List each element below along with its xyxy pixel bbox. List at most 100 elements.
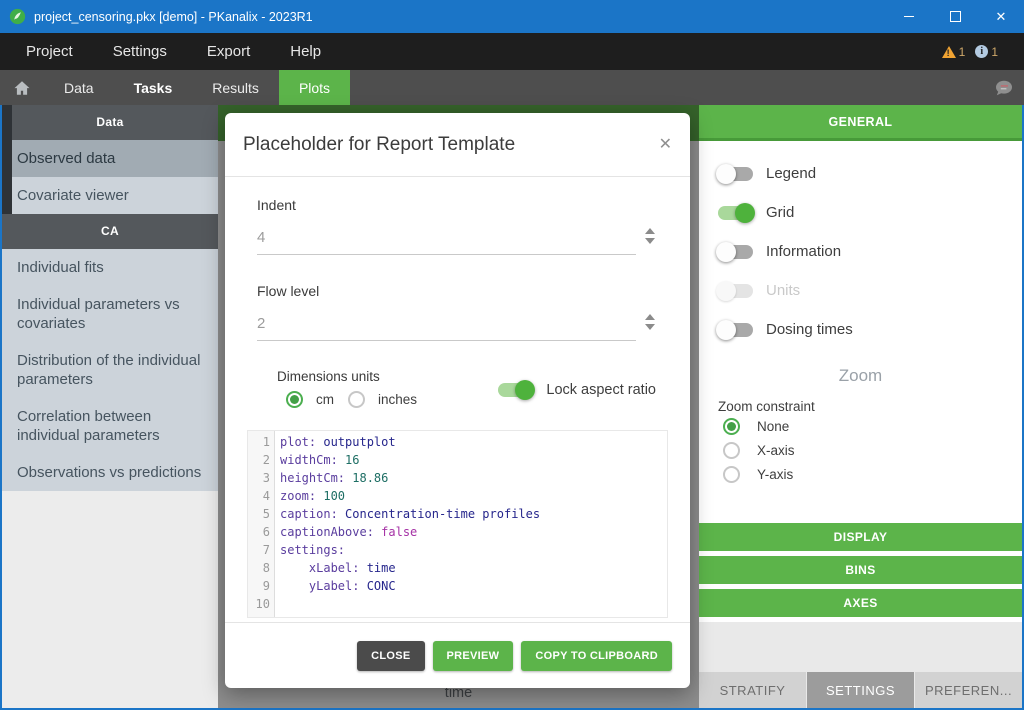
- radio-cm[interactable]: [286, 391, 303, 408]
- sidebar-item-individual-parameters-vs-covariates[interactable]: Individual parameters vs covariates: [2, 286, 218, 342]
- pkanalix-logo-icon: [9, 8, 26, 25]
- toggle-information[interactable]: [718, 245, 753, 259]
- tab-plots[interactable]: Plots: [279, 70, 350, 105]
- dimensions-units-label: Dimensions units: [277, 369, 417, 384]
- spinner-down-icon[interactable]: [645, 324, 655, 330]
- toggle-legend[interactable]: [718, 167, 753, 181]
- lock-aspect-row: Lock aspect ratio: [498, 382, 656, 398]
- info-icon: i: [975, 45, 988, 58]
- editor-code-line: [280, 595, 667, 613]
- code-token-num: 100: [316, 489, 345, 503]
- tab-results[interactable]: Results: [192, 70, 279, 105]
- menu-settings[interactable]: Settings: [109, 43, 171, 60]
- close-button[interactable]: CLOSE: [357, 641, 424, 671]
- toggle-knob: [515, 380, 535, 400]
- menu-project[interactable]: Project: [22, 43, 77, 60]
- toggle-grid[interactable]: [718, 206, 753, 220]
- panel-tab-settings[interactable]: SETTINGS: [807, 672, 914, 708]
- lock-aspect-label: Lock aspect ratio: [546, 382, 656, 398]
- code-token-plain: [280, 579, 309, 593]
- radio-label-x-axis: X-axis: [757, 443, 795, 458]
- toggle-dosing-times[interactable]: [718, 323, 753, 337]
- section-display[interactable]: DISPLAY: [699, 523, 1022, 551]
- maximize-button[interactable]: [932, 0, 978, 33]
- editor-code-line: yLabel: CONC: [280, 577, 667, 595]
- dialog-close-icon[interactable]: ✕: [659, 137, 672, 153]
- zoom-option-x-axis: X-axis: [699, 439, 1022, 462]
- toggle-label-legend: Legend: [766, 165, 816, 182]
- menu-export[interactable]: Export: [203, 43, 254, 60]
- settings-panel: GENERAL LegendGridInformationUnitsDosing…: [699, 105, 1022, 708]
- code-token-key: settings:: [280, 543, 345, 557]
- units-options: cm inches: [277, 391, 417, 408]
- toggle-row-grid: Grid: [699, 193, 1022, 232]
- panel-filler: [699, 622, 1022, 672]
- sidebar-item-individual-fits[interactable]: Individual fits: [2, 249, 218, 286]
- warning-count: 1: [959, 45, 966, 59]
- window-controls: ✕: [886, 0, 1024, 33]
- panel-tab-stratify[interactable]: STRATIFY: [699, 672, 806, 708]
- editor-code-line: widthCm: 16: [280, 451, 667, 469]
- spinner-up-icon[interactable]: [645, 228, 655, 234]
- panel-tab-preferen[interactable]: PREFEREN...: [915, 672, 1022, 708]
- radio-y-axis[interactable]: [723, 466, 740, 483]
- dialog-header: Placeholder for Report Template ✕: [225, 113, 690, 177]
- radio-inches[interactable]: [348, 391, 365, 408]
- field-value-indent: 4: [257, 229, 265, 246]
- tab-tasks[interactable]: Tasks: [114, 70, 193, 105]
- warning-icon: [942, 46, 956, 58]
- spinner-up-icon[interactable]: [645, 314, 655, 320]
- editor-line-number: 6: [248, 523, 270, 541]
- field-indent: Indent 4: [257, 197, 656, 255]
- section-axes[interactable]: AXES: [699, 589, 1022, 617]
- info-indicator[interactable]: i 1: [975, 45, 998, 59]
- units-option-cm: cm: [286, 391, 334, 408]
- menu-help[interactable]: Help: [286, 43, 325, 60]
- toggle-label-grid: Grid: [766, 204, 794, 221]
- main-tab-bar: DataTasksResultsPlots: [0, 70, 1024, 105]
- sidebar-item-covariate-viewer[interactable]: Covariate viewer: [2, 177, 218, 214]
- sidebar-item-correlation-between-individual-parameters[interactable]: Correlation between individual parameter…: [2, 398, 218, 454]
- sidebar-item-observations-vs-predictions[interactable]: Observations vs predictions: [2, 454, 218, 491]
- toggle-units[interactable]: [718, 284, 753, 298]
- spinner-down-icon[interactable]: [645, 238, 655, 244]
- toggle-knob: [716, 281, 736, 301]
- section-bins[interactable]: BINS: [699, 556, 1022, 584]
- spinner-indent: [645, 228, 655, 244]
- editor-line-number: 2: [248, 451, 270, 469]
- code-token-num: 18.86: [345, 471, 388, 485]
- code-token-key: heightCm:: [280, 471, 345, 485]
- yaml-code-editor[interactable]: 12345678910 plot: outputplotwidthCm: 16h…: [247, 430, 668, 618]
- preview-button[interactable]: PREVIEW: [433, 641, 514, 671]
- field-input-flow-level[interactable]: 2: [257, 312, 636, 341]
- code-token-bool: false: [374, 525, 417, 539]
- editor-line-number: 7: [248, 541, 270, 559]
- radio-dot: [727, 422, 736, 431]
- editor-code-line: settings:: [280, 541, 667, 559]
- copy-to-clipboard-button[interactable]: COPY TO CLIPBOARD: [521, 641, 672, 671]
- general-section-header[interactable]: GENERAL: [699, 105, 1022, 141]
- lock-aspect-toggle[interactable]: [498, 383, 533, 397]
- sidebar-group-header-data: Data: [2, 105, 218, 140]
- radio-none[interactable]: [723, 418, 740, 435]
- menu-bar: Project Settings Export Help 1 i 1: [0, 33, 1024, 70]
- close-button[interactable]: ✕: [978, 0, 1024, 33]
- sidebar-item-observed-data[interactable]: Observed data: [2, 140, 218, 177]
- editor-line-number: 10: [248, 595, 270, 613]
- editor-code-area[interactable]: plot: outputplotwidthCm: 16heightCm: 18.…: [275, 431, 667, 617]
- toggle-knob: [716, 242, 736, 262]
- zoom-section-title: Zoom: [699, 366, 1022, 386]
- feedback-button[interactable]: [994, 80, 1024, 96]
- chat-bubble-icon: [994, 80, 1014, 96]
- radio-x-axis[interactable]: [723, 442, 740, 459]
- minimize-button[interactable]: [886, 0, 932, 33]
- warning-indicator[interactable]: 1: [942, 45, 966, 59]
- title-bar: project_censoring.pkx [demo] - PKanalix …: [0, 0, 1024, 33]
- units-option-inches: inches: [348, 391, 417, 408]
- tab-data[interactable]: Data: [44, 70, 114, 105]
- field-input-indent[interactable]: 4: [257, 226, 636, 255]
- sidebar-item-distribution-of-the-individual-parameters[interactable]: Distribution of the individual parameter…: [2, 342, 218, 398]
- toggle-label-information: Information: [766, 243, 841, 260]
- field-label-indent: Indent: [257, 197, 656, 213]
- home-button[interactable]: [0, 79, 44, 97]
